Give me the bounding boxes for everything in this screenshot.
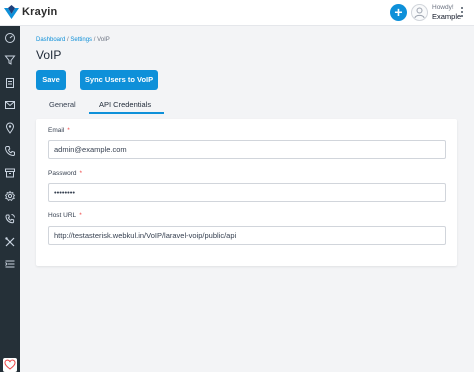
required-marker: * — [79, 212, 82, 219]
quick-add-button[interactable]: + — [390, 4, 407, 21]
breadcrumb-settings[interactable]: Settings — [70, 37, 92, 43]
sync-users-button[interactable]: Sync Users to VoIP — [80, 70, 158, 90]
required-marker: * — [67, 127, 70, 134]
settings-icon[interactable] — [4, 190, 16, 202]
tools-icon[interactable] — [4, 236, 16, 248]
password-label: Password * — [48, 170, 82, 177]
host-url-label-text: Host URL — [48, 212, 77, 219]
brand-logo[interactable]: Krayin — [4, 5, 57, 19]
email-field[interactable] — [48, 140, 446, 159]
location-icon[interactable] — [4, 122, 16, 134]
brand-name: Krayin — [22, 6, 58, 18]
voip-phone-icon[interactable] — [4, 213, 16, 225]
menu-collapse-icon[interactable] — [4, 258, 16, 270]
tab-general[interactable]: General — [49, 100, 76, 109]
app-badge-icon[interactable] — [3, 358, 17, 372]
dashboard-icon[interactable] — [4, 32, 16, 44]
user-greeting: Howdy! — [432, 4, 454, 11]
avatar[interactable] — [411, 4, 428, 21]
required-marker: * — [79, 170, 83, 177]
user-name[interactable]: Example — [432, 12, 461, 21]
active-tab-indicator — [89, 112, 164, 114]
host-url-label: Host URL * — [48, 212, 82, 219]
document-icon[interactable] — [4, 77, 16, 89]
breadcrumb-separator: / — [93, 37, 96, 43]
filter-icon[interactable] — [4, 54, 16, 66]
host-url-field[interactable] — [48, 226, 446, 245]
user-icon — [414, 7, 425, 19]
breadcrumb-dashboard[interactable]: Dashboard — [36, 37, 65, 43]
email-label: Email * — [48, 127, 70, 134]
archive-icon[interactable] — [4, 167, 16, 179]
breadcrumb-current: VoIP — [97, 37, 110, 43]
phone-icon[interactable] — [4, 145, 16, 157]
password-field[interactable] — [48, 183, 446, 202]
breadcrumb-separator: / — [67, 37, 69, 43]
sidebar — [0, 26, 20, 372]
tab-api-credentials[interactable]: API Credentials — [99, 100, 151, 109]
breadcrumb: Dashboard / Settings / VoIP — [36, 37, 110, 43]
top-header: Krayin + Howdy! Example — [0, 0, 474, 26]
more-options-icon[interactable] — [461, 7, 464, 19]
mail-icon[interactable] — [4, 99, 16, 111]
email-label-text: Email — [48, 127, 65, 134]
krayin-logo-icon — [4, 5, 19, 19]
page-title: VoIP — [36, 48, 62, 62]
save-button[interactable]: Save — [36, 70, 66, 90]
password-label-text: Password — [48, 170, 77, 177]
